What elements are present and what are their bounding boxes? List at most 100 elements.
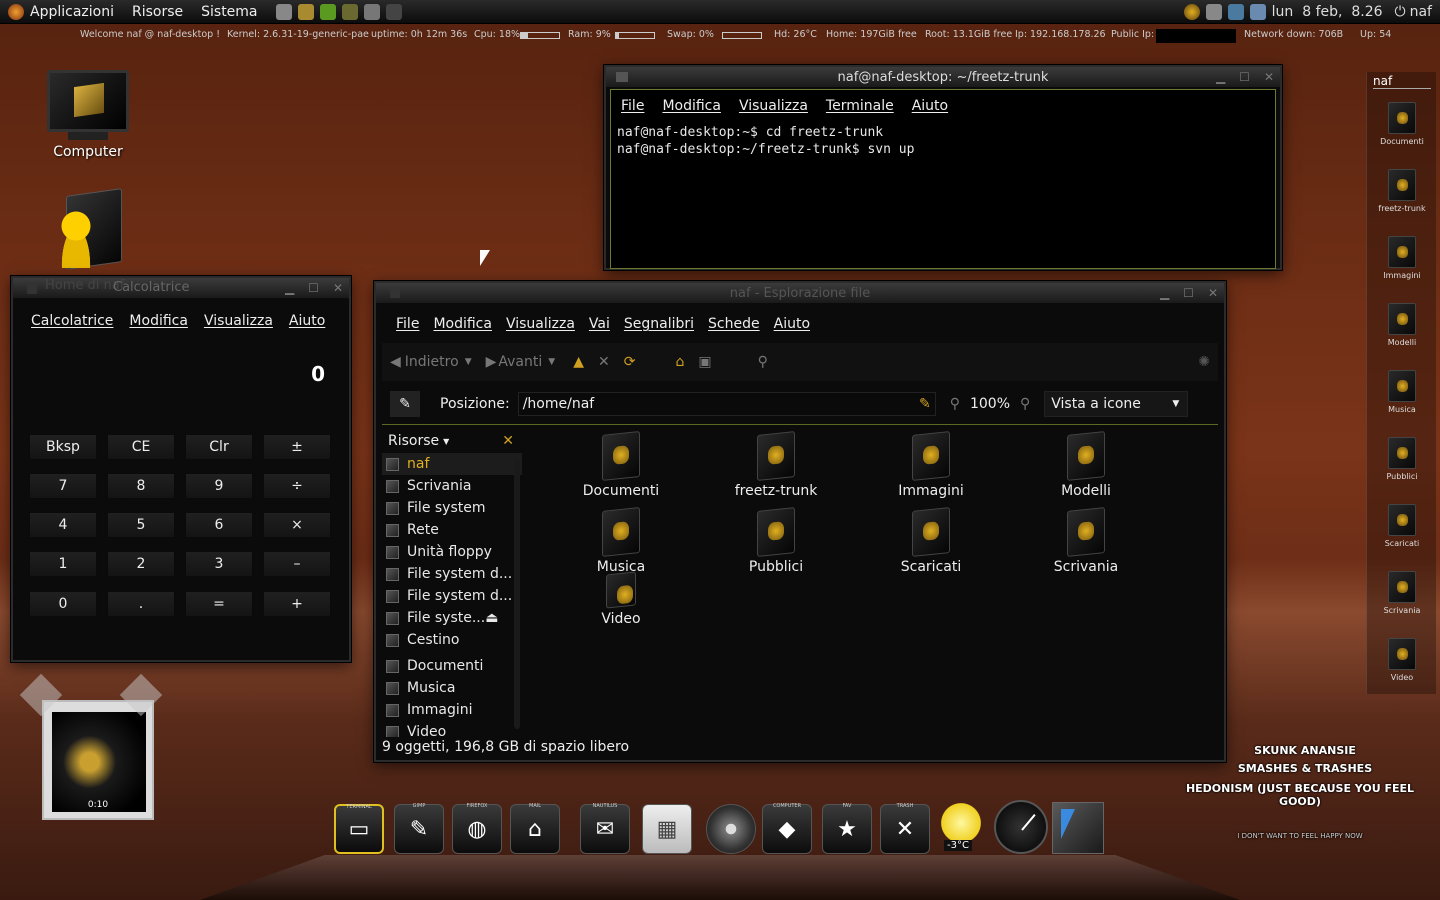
computer-icon[interactable]: ▣	[698, 354, 711, 370]
nvidia-icon[interactable]	[319, 3, 336, 20]
dock-item[interactable]: FIREFOX ◍	[452, 803, 502, 854]
network-icon[interactable]	[1227, 3, 1244, 20]
user-name[interactable]: naf	[1410, 4, 1432, 20]
right-bar-item[interactable]: freetz-trunk	[1367, 169, 1437, 213]
close-sidebar-icon[interactable]: ✕	[502, 433, 514, 449]
menu-file[interactable]: File	[396, 316, 419, 332]
zoom-out-icon[interactable]: ⚲	[950, 396, 960, 412]
menu-modifica[interactable]: Modifica	[662, 98, 721, 114]
calculator-window[interactable]: Home di naf Calcolatrice ▁ ☐ ✕ Calcolatric…	[11, 276, 351, 662]
menu-modifica[interactable]: Modifica	[129, 313, 188, 329]
zoom-level[interactable]: 100%	[970, 396, 1010, 412]
folder-item[interactable]: Musica	[556, 507, 686, 575]
calculator-key[interactable]: –	[263, 551, 331, 577]
folder-item[interactable]: Scaricati	[866, 507, 996, 575]
sidebar-item[interactable]: naf	[382, 453, 522, 475]
terminal-window[interactable]: naf@naf-desktop: ~/freetz-trunk ▁ ☐ ✕ File…	[604, 65, 1282, 270]
menu-visualizza[interactable]: Visualizza	[204, 313, 273, 329]
folder-item[interactable]: Documenti	[556, 431, 686, 499]
calculator-key[interactable]: 9	[185, 473, 253, 499]
close-icon[interactable]: ✕	[333, 281, 343, 295]
stop-icon[interactable]: ✕	[598, 354, 610, 370]
sidebar-title[interactable]: Risorse	[388, 433, 439, 449]
right-bar-item[interactable]: Immagini	[1367, 236, 1437, 280]
clear-icon[interactable]: ✎	[919, 396, 931, 412]
sidebar-item[interactable]: File system d...	[382, 563, 522, 585]
sidebar-item[interactable]: File syste... ⏏	[382, 607, 522, 629]
dock-cd-icon[interactable]	[706, 804, 756, 854]
chevron-down-icon[interactable]: ▼	[465, 357, 472, 367]
dock-item[interactable]: TERMINAL ▭	[334, 804, 384, 854]
view-mode-select[interactable]: Vista a icone ▼	[1044, 390, 1189, 417]
media-widget[interactable]: 0:10	[42, 700, 154, 820]
menu-modifica[interactable]: Modifica	[433, 316, 492, 332]
launcher-icon[interactable]	[297, 3, 314, 20]
menu-aiuto[interactable]: Aiuto	[774, 316, 810, 332]
sidebar-item[interactable]: Scrivania	[382, 475, 522, 497]
calculator-key[interactable]: 1	[29, 551, 97, 577]
calculator-key[interactable]: 0	[29, 591, 97, 617]
right-bar-item[interactable]: Documenti	[1367, 102, 1437, 146]
calculator-key[interactable]: 6	[185, 512, 253, 538]
close-icon[interactable]: ✕	[1264, 70, 1274, 84]
right-bar-item[interactable]: Pubblici	[1367, 437, 1437, 481]
dock-item[interactable]: TRASH ✕	[880, 803, 930, 854]
calculator-key[interactable]: Clr	[185, 434, 253, 460]
menu-aiuto[interactable]: Aiuto	[289, 313, 325, 329]
folder-item[interactable]: Pubblici	[711, 507, 841, 575]
power-icon[interactable]: ⏻	[1395, 4, 1406, 20]
menu-sistema[interactable]: Sistema	[201, 4, 257, 20]
file-manager-titlebar[interactable]: naf - Esplorazione file ▁ ☐ ✕	[376, 283, 1224, 303]
dock-calculator-icon[interactable]: ▦	[642, 804, 692, 854]
chevron-down-icon[interactable]: ▼	[548, 357, 555, 367]
launcher-icon[interactable]	[275, 3, 292, 20]
terminal-titlebar[interactable]: naf@naf-desktop: ~/freetz-trunk ▁ ☐ ✕	[606, 67, 1280, 87]
menu-visualizza[interactable]: Visualizza	[506, 316, 575, 332]
volume-icon[interactable]	[1205, 3, 1222, 20]
folder-item[interactable]: Modelli	[1021, 431, 1151, 499]
sidebar-item[interactable]: Musica	[382, 677, 522, 699]
calculator-key[interactable]: ±	[263, 434, 331, 460]
calculator-key[interactable]: ÷	[263, 473, 331, 499]
up-arrow-icon[interactable]: ▲	[573, 354, 584, 370]
dock-item[interactable]: FAV ★	[822, 803, 872, 854]
home-icon[interactable]: ⌂	[675, 354, 684, 370]
launcher-icon[interactable]	[363, 3, 380, 20]
dock-item[interactable]: NAUTILUS ✉	[580, 803, 630, 854]
eject-icon[interactable]: ⏏	[485, 610, 498, 626]
forward-arrow-icon[interactable]: ▶	[486, 354, 497, 370]
menu-visualizza[interactable]: Visualizza	[739, 98, 808, 114]
right-bar-item[interactable]: Scrivania	[1367, 571, 1437, 615]
calculator-key[interactable]: +	[263, 591, 331, 617]
reload-icon[interactable]: ⟳	[624, 354, 636, 370]
menu-applicazioni[interactable]: Applicazioni	[30, 4, 114, 20]
weather-widget[interactable]: -3°C	[938, 800, 988, 856]
update-icon[interactable]	[1249, 3, 1266, 20]
calculator-key[interactable]: ×	[263, 512, 331, 538]
dock-item[interactable]: COMPUTER ◆	[762, 803, 812, 854]
zoom-in-icon[interactable]: ⚲	[1020, 396, 1030, 412]
icon-view[interactable]: Documenti freetz-trunk Immagini Modelli Musi…	[536, 429, 1216, 737]
calculator-titlebar[interactable]: Home di naf Calcolatrice ▁ ☐ ✕	[13, 278, 349, 298]
media-player-icon[interactable]	[1183, 3, 1200, 20]
file-manager-window[interactable]: naf - Esplorazione file ▁ ☐ ✕ File Modific…	[374, 281, 1226, 762]
cursor-app-icon[interactable]	[1052, 802, 1104, 854]
search-icon[interactable]: ⚲	[758, 354, 768, 370]
right-bar-item[interactable]: Scaricati	[1367, 504, 1437, 548]
back-arrow-icon[interactable]: ◀	[390, 354, 401, 370]
calculator-key[interactable]: 7	[29, 473, 97, 499]
minimize-icon[interactable]: ▁	[1216, 70, 1225, 84]
menu-schede[interactable]: Schede	[708, 316, 760, 332]
back-button[interactable]: Indietro	[405, 354, 459, 370]
menu-calcolatrice[interactable]: Calcolatrice	[31, 313, 113, 329]
sidebar-item[interactable]: Immagini	[382, 699, 522, 721]
menu-file[interactable]: File	[621, 98, 644, 114]
forward-button[interactable]: Avanti	[498, 354, 542, 370]
folder-item[interactable]: Video	[556, 571, 686, 627]
sidebar-item[interactable]: Unità floppy	[382, 541, 522, 563]
desktop-icon-home[interactable]	[50, 188, 126, 272]
launcher-icon[interactable]	[341, 3, 358, 20]
menu-terminale[interactable]: Terminale	[826, 98, 894, 114]
launcher-icon[interactable]	[385, 3, 402, 20]
clock[interactable]: lun 8 feb, 8.26	[1272, 4, 1383, 20]
